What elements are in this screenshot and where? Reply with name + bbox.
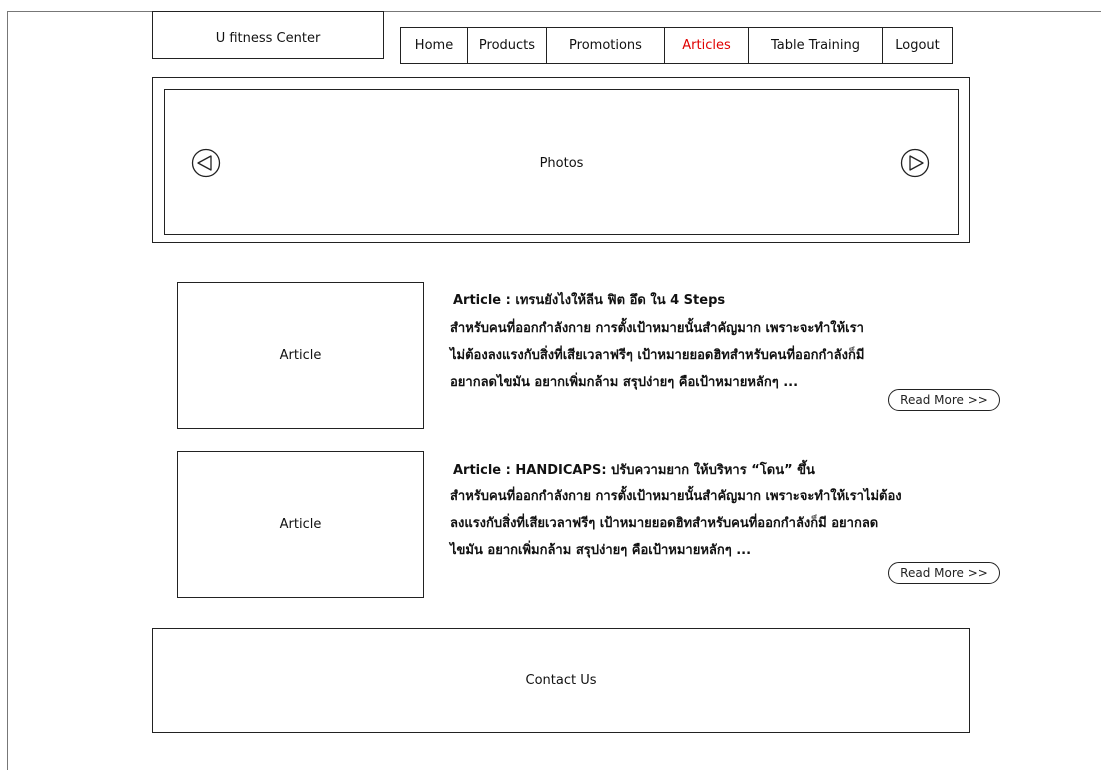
read-more-button[interactable]: Read More >> — [888, 562, 1000, 584]
contact-us-label: Contact Us — [525, 673, 597, 688]
photo-slider: Photos — [164, 89, 959, 235]
nav-item-table-training[interactable]: Table Training — [748, 27, 883, 64]
nav-item-articles[interactable]: Articles — [664, 27, 749, 64]
article-title[interactable]: Article : เทรนยังไงให้ลีน ฟิต อึด ใน 4 S… — [453, 289, 725, 310]
article-image[interactable]: Article — [177, 451, 424, 598]
article-excerpt-line: สำหรับคนที่ออกกำลังกาย การตั้งเป้าหมายนั… — [450, 489, 902, 504]
triangle-right-icon[interactable] — [900, 148, 930, 178]
article-title[interactable]: Article : HANDICAPS: ปรับความยาก ให้บริห… — [453, 459, 815, 480]
article-excerpt-line: ลงแรงกับสิ่งที่เสียเวลาฟรีๆ เป้าหมายยอดฮ… — [450, 516, 879, 531]
nav-item-logout[interactable]: Logout — [882, 27, 953, 64]
nav-item-home[interactable]: Home — [400, 27, 468, 64]
contact-us-section[interactable]: Contact Us — [152, 628, 970, 733]
article-excerpt: สำหรับคนที่ออกกำลังกาย การตั้งเป้าหมายนั… — [450, 483, 1010, 564]
article-excerpt-line: สำหรับคนที่ออกกำลังกาย การตั้งเป้าหมายนั… — [450, 321, 864, 336]
article-excerpt: สำหรับคนที่ออกกำลังกาย การตั้งเป้าหมายนั… — [450, 315, 1010, 396]
article-image-label: Article — [279, 517, 322, 532]
article-excerpt-line: ไขมัน อยากเพิ่มกล้าม สรุปง่ายๆ คือเป้าหม… — [450, 543, 752, 558]
article-excerpt-line: ไม่ต้องลงแรงกับสิ่งที่เสียเวลาฟรีๆ เป้าห… — [450, 348, 865, 363]
nav-item-products[interactable]: Products — [467, 27, 547, 64]
photos-label: Photos — [539, 156, 584, 171]
page-frame-left — [7, 11, 8, 770]
main-nav: Home Products Promotions Articles Table … — [400, 27, 953, 64]
read-more-button[interactable]: Read More >> — [888, 389, 1000, 411]
site-logo[interactable]: U fitness Center — [152, 11, 384, 59]
nav-item-promotions[interactable]: Promotions — [546, 27, 665, 64]
article-image-label: Article — [279, 348, 322, 363]
article-image[interactable]: Article — [177, 282, 424, 429]
